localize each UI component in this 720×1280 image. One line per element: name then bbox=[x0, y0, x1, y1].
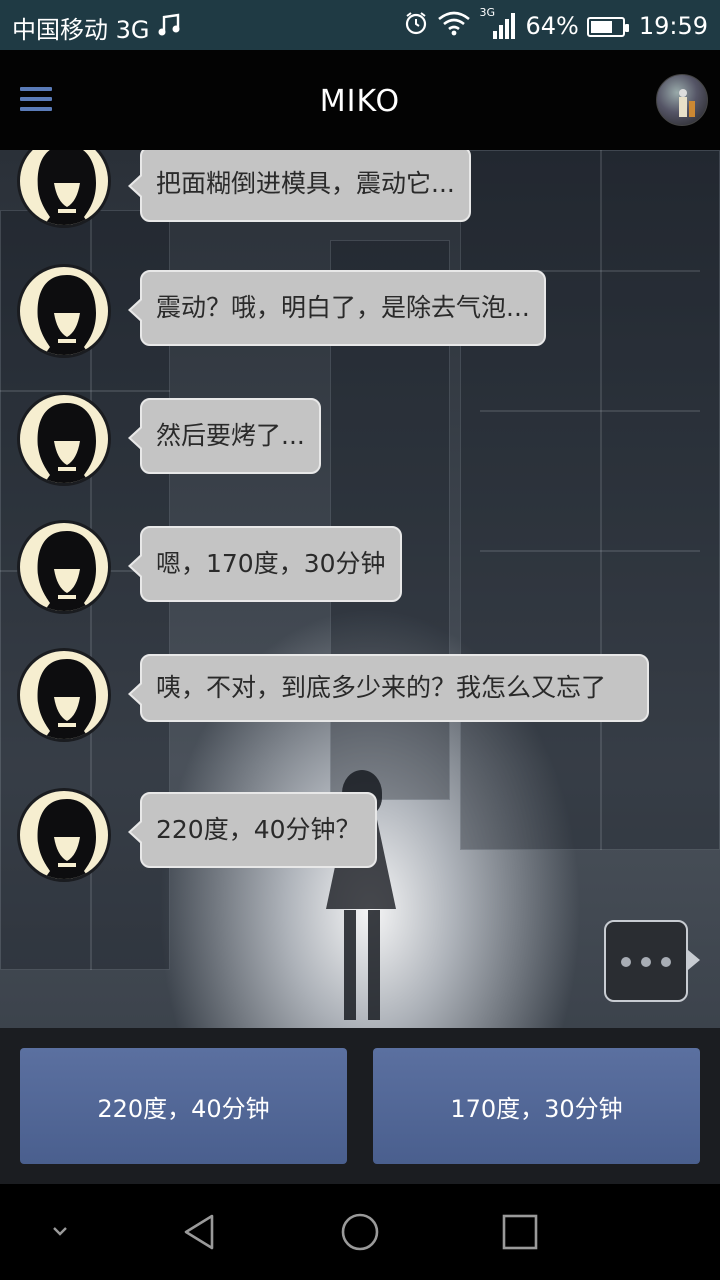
character-avatar bbox=[17, 648, 111, 742]
home-icon[interactable] bbox=[340, 1212, 380, 1252]
choice-button-1[interactable]: 220度，40分钟 bbox=[20, 1048, 347, 1164]
page-title: MIKO bbox=[319, 84, 401, 119]
character-avatar bbox=[17, 150, 111, 228]
signal-icon: 3G bbox=[479, 7, 517, 41]
message-bubble: 然后要烤了... bbox=[128, 398, 321, 474]
character-avatar bbox=[17, 520, 111, 614]
message-bubble: 嗯，170度，30分钟 bbox=[128, 526, 402, 602]
carrier-label: 中国移动 3G bbox=[12, 16, 150, 44]
choice-label: 220度，40分钟 bbox=[97, 1094, 270, 1123]
character-avatar bbox=[17, 788, 111, 882]
message-text: 嗯，170度，30分钟 bbox=[156, 549, 386, 578]
message-bubble: 咦，不对，到底多少来的？我怎么又忘了 bbox=[128, 654, 649, 722]
back-icon[interactable] bbox=[180, 1212, 220, 1252]
status-bar: 中国移动 3G 3G 64% 19:59 bbox=[0, 0, 720, 50]
app-bar: MIKO bbox=[0, 50, 720, 150]
message-text: 把面糊倒进模具，震动它... bbox=[156, 169, 455, 198]
background-building bbox=[460, 150, 720, 850]
character-avatar bbox=[17, 392, 111, 486]
profile-avatar[interactable] bbox=[656, 74, 708, 126]
recents-icon[interactable] bbox=[500, 1212, 540, 1252]
clock: 19:59 bbox=[638, 12, 708, 40]
message-text: 咦，不对，到底多少来的？我怎么又忘了 bbox=[156, 673, 607, 702]
chevron-down-icon[interactable] bbox=[42, 1212, 82, 1252]
character-avatar bbox=[17, 264, 111, 358]
choice-label: 170度，30分钟 bbox=[450, 1094, 623, 1123]
alarm-icon bbox=[403, 10, 429, 42]
choice-button-2[interactable]: 170度，30分钟 bbox=[373, 1048, 700, 1164]
music-icon bbox=[156, 12, 182, 44]
message-text: 然后要烤了... bbox=[156, 421, 305, 450]
message-bubble: 把面糊倒进模具，震动它... bbox=[128, 150, 471, 222]
battery-icon bbox=[586, 17, 629, 37]
reply-choices: 220度，40分钟 170度，30分钟 bbox=[0, 1028, 720, 1184]
message-bubble: 震动？哦，明白了，是除去气泡... bbox=[128, 270, 546, 346]
chat-area[interactable]: 把面糊倒进模具，震动它... 震动？哦，明白了，是除去气泡... 然后要烤了..… bbox=[0, 150, 720, 1028]
message-text: 220度，40分钟？ bbox=[156, 815, 361, 844]
wifi-icon bbox=[437, 10, 471, 42]
message-bubble: 220度，40分钟？ bbox=[128, 792, 377, 868]
typing-dots-icon bbox=[604, 920, 700, 1002]
message-text: 震动？哦，明白了，是除去气泡... bbox=[156, 293, 530, 322]
system-nav-bar bbox=[0, 1184, 720, 1280]
battery-percent: 64% bbox=[525, 12, 579, 40]
